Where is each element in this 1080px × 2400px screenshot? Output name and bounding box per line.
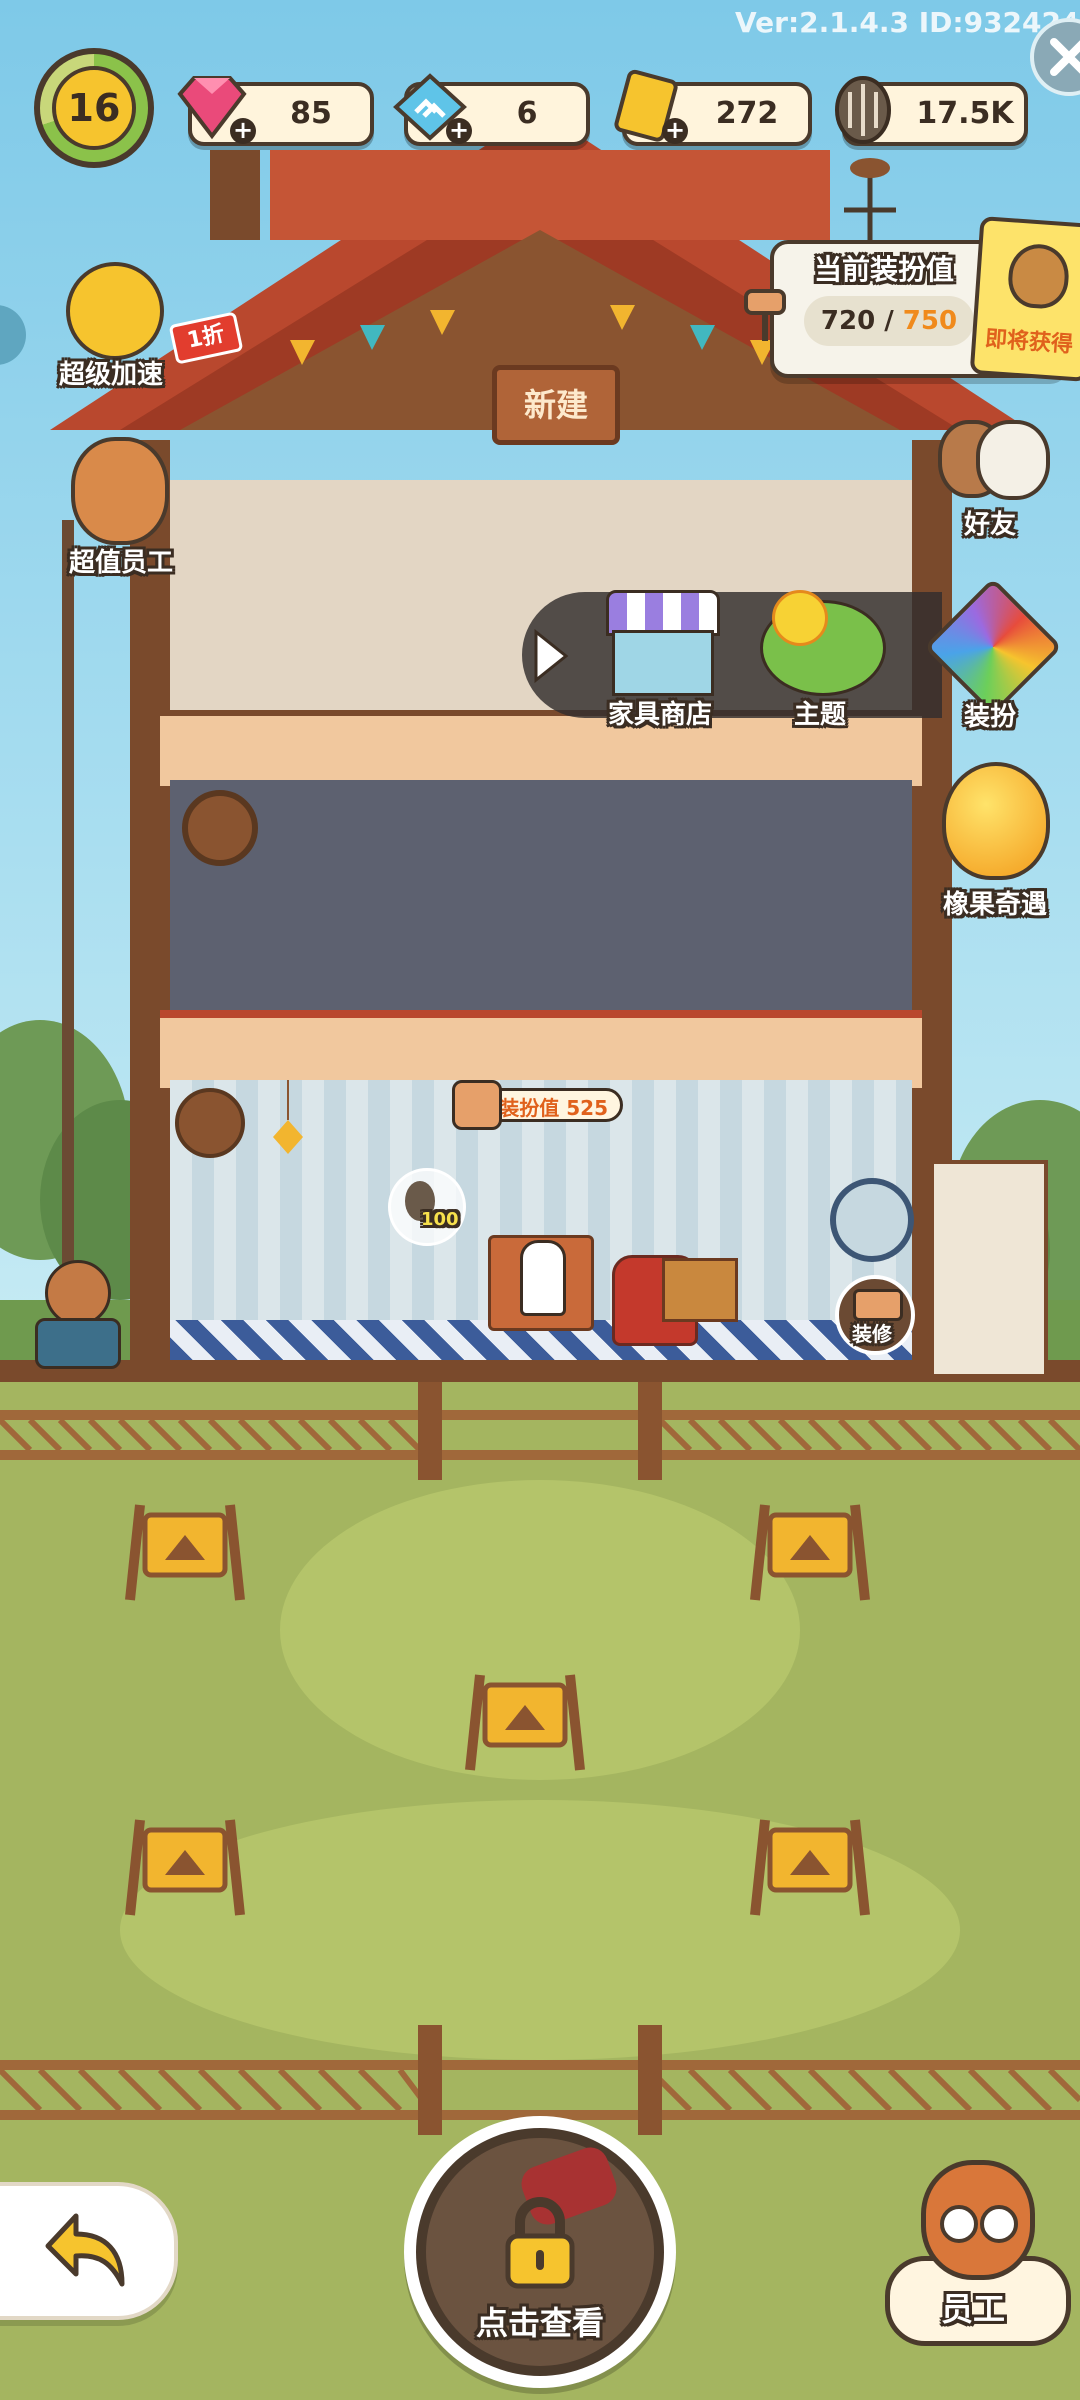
acorn-event-label: 橡果奇遇 [942,890,1047,920]
back-button[interactable] [0,2182,178,2320]
value-staff-button[interactable]: 超值员工 [46,432,196,582]
construction-plot-sign[interactable] [745,1495,875,1605]
close-icon[interactable] [1030,18,1080,96]
decor-value-separator: / [875,306,903,336]
paint-roller-icon [853,1289,903,1321]
decor-value-title: 当前装扮值 [813,253,954,286]
decorate-room-label: 装修 [852,1322,892,1346]
decorate-label: 装扮 [963,702,1016,732]
fox-staff-avatar-icon [921,2160,1035,2280]
round-window [182,790,258,866]
gems-amount: 85 [290,96,332,131]
value-staff-label: 超值员工 [68,548,173,578]
construction-plot-sign[interactable] [120,1810,250,1920]
padlock-icon [505,2197,575,2289]
furniture-shop-label: 家具商店 [607,700,712,730]
decor-value-current: 720 [820,306,876,336]
sun-icon [772,590,828,646]
super-boost-button[interactable]: 超级加速 [46,252,176,392]
cabinet [662,1258,738,1322]
construction-plot-sign[interactable] [745,1810,875,1920]
friends-button[interactable]: 好友 [920,420,1060,550]
player-level: 16 [52,66,136,150]
version-text: Ver:2.1.4.3 ID:932424 [735,6,1075,39]
sunflower-seed-icon [828,72,898,148]
phoenix-boost-icon [66,262,164,360]
floor-2-room-locked[interactable] [170,780,912,1010]
sofa-icon [612,630,714,696]
seed-bubble-amount: 100 [421,1209,459,1230]
player-level-badge[interactable]: 16 [34,48,154,168]
unlock-view-label: 点击查看 [475,2304,604,2342]
tickets-amount: 6 [516,96,538,131]
add-gems-button[interactable]: + [230,118,256,144]
acorn-event-button[interactable]: 橡果奇遇 [920,762,1070,922]
super-boost-label: 超级加速 [58,360,163,390]
construction-plot-sign[interactable] [120,1495,250,1605]
theme-label: 主题 [793,700,846,730]
unlock-view-button[interactable]: 点击查看 [404,2116,676,2388]
paint-roller-icon [740,285,790,345]
add-vouchers-button[interactable]: + [662,118,688,144]
fox-staff-icon [71,437,169,545]
theme-button[interactable]: 主题 [750,590,890,730]
seeds-amount: 17.5K [916,96,1014,131]
seed-bubble[interactable]: 100 [388,1168,466,1246]
elevator-rail [62,520,74,1340]
upcoming-reward-card[interactable]: 即将获得 [969,216,1080,382]
decorate-button[interactable]: 装扮 [920,577,1063,732]
staff-button[interactable]: 员工 [885,2160,1071,2346]
hamster-friend-icon [976,420,1050,500]
back-arrow-icon [45,2213,125,2287]
bunny-clerk[interactable] [520,1240,566,1316]
collapse-arrow-icon[interactable] [530,628,570,684]
vouchers-amount: 272 [715,96,779,131]
construction-plot-sign[interactable] [460,1665,590,1775]
house-sign: 新建 [492,365,620,445]
upcoming-reward-label: 即将获得 [984,326,1074,358]
staff-label: 员工 [940,2290,1005,2328]
acorn-icon [1006,242,1071,311]
furniture-shop-button[interactable]: 家具商店 [600,590,720,730]
elevator-worker[interactable] [35,1260,125,1370]
add-tickets-button[interactable]: + [446,118,472,144]
round-window-blue [830,1178,914,1262]
house-base [0,1360,1080,1382]
friends-label: 好友 [963,510,1016,540]
decor-value-target: 750 [902,306,958,336]
bunny-manager-avatar[interactable] [175,1088,245,1158]
golden-acorn-icon [942,762,1050,880]
side-annex [930,1160,1048,1378]
paint-roller-icon [452,1080,502,1130]
hanging-lamp-icon [268,1080,308,1170]
decor-value-progress: 720 / 750 [804,296,974,346]
